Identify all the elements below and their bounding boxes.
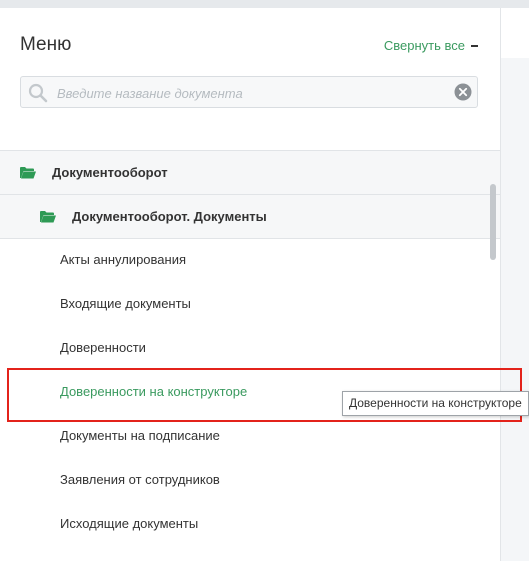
collapse-all-button[interactable]: Свернуть все	[384, 38, 478, 53]
tooltip: Доверенности на конструкторе	[342, 391, 529, 416]
main-content-edge	[500, 8, 529, 561]
menu-item-vkhodyashchie[interactable]: Входящие документы	[60, 296, 191, 311]
folder-open-icon	[20, 167, 36, 179]
menu-item-zayavleniya[interactable]: Заявления от сотрудников	[60, 472, 220, 487]
menu-subgroup-label: Документооборот. Документы	[72, 209, 267, 224]
menu-item-akty-annulirovaniya[interactable]: Акты аннулирования	[60, 252, 186, 267]
menu-group-documentoborot-documents[interactable]: Документооборот. Документы	[0, 194, 500, 239]
menu-item-doverennosti[interactable]: Доверенности	[60, 340, 146, 355]
search-input[interactable]	[55, 77, 459, 109]
search-box	[20, 76, 478, 109]
menu-group-label: Документооборот	[52, 165, 168, 180]
folder-open-icon	[40, 211, 56, 223]
main-header-edge	[500, 8, 529, 58]
menu-group-documentoborot[interactable]: Документооборот	[0, 150, 500, 194]
menu-item-dokumenty-na-podpisanie[interactable]: Документы на подписание	[60, 428, 220, 443]
clear-search-icon[interactable]	[454, 83, 472, 101]
search-icon	[28, 83, 48, 103]
collapse-all-label: Свернуть все	[383, 38, 465, 53]
menu-title: Меню	[20, 34, 72, 55]
minus-icon	[471, 44, 478, 47]
menu-scrollbar[interactable]	[490, 184, 496, 260]
menu-item-iskhodyashchie[interactable]: Исходящие документы	[60, 516, 198, 531]
top-bar	[0, 0, 529, 8]
menu-panel: Меню Свернуть все Документооборот Докуме…	[0, 8, 501, 561]
